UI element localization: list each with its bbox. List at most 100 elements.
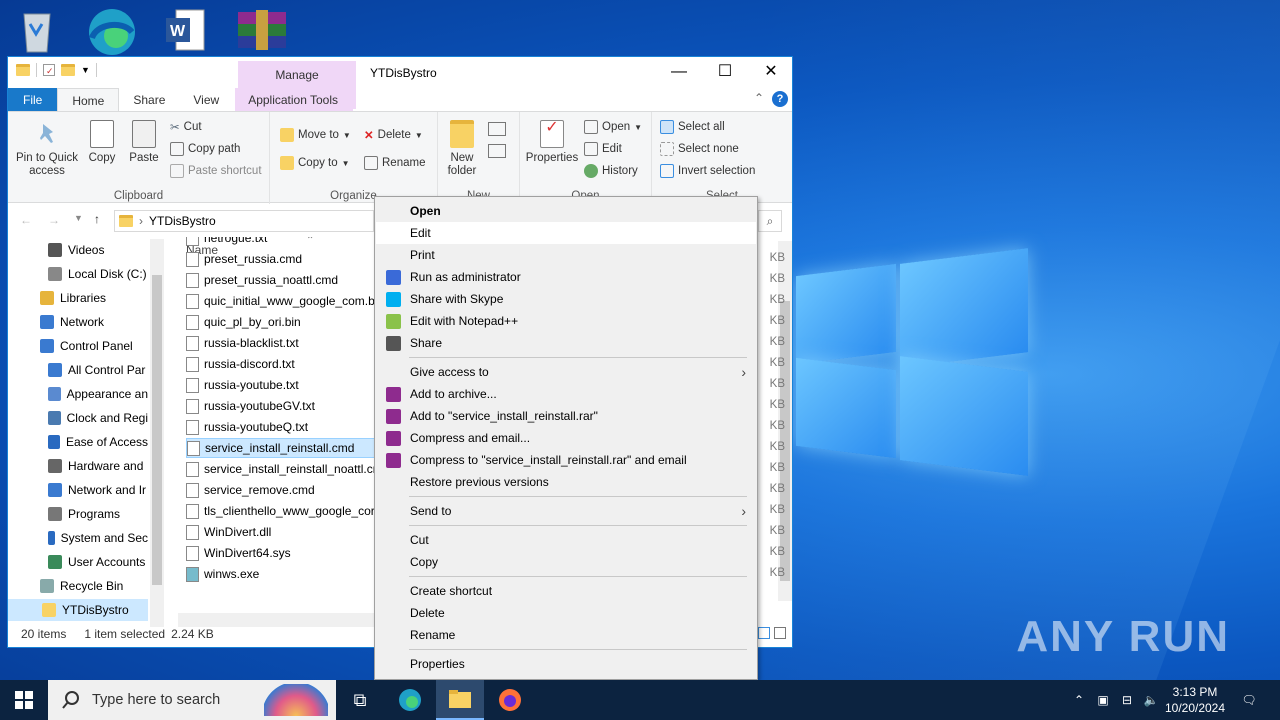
nav-item[interactable]: Network and Ir: [48, 479, 148, 501]
menu-item-open[interactable]: Open: [376, 200, 756, 222]
search-icon[interactable]: ⌕: [758, 210, 782, 232]
pin-quick-access-button[interactable]: Pin to Quick access: [14, 120, 80, 178]
help-icon[interactable]: ?: [772, 91, 788, 107]
forward-icon[interactable]: →: [48, 213, 60, 227]
maximize-button[interactable]: ☐: [702, 57, 748, 87]
file-row[interactable]: WinDivert.dll: [186, 522, 376, 542]
edit-button[interactable]: Edit: [584, 142, 622, 156]
file-row[interactable]: WinDivert64.sys: [186, 543, 376, 563]
new-folder-icon[interactable]: [61, 64, 75, 76]
menu-item-give-access-to[interactable]: Give access to ›: [376, 361, 756, 383]
navigation-pane[interactable]: Videos Local Disk (C:) Libraries Network Con…: [8, 237, 168, 627]
file-row[interactable]: netrogue.txt: [186, 237, 376, 248]
recent-locations-icon[interactable]: ▼: [74, 213, 83, 223]
copy-to-button[interactable]: Copy to ▼: [280, 156, 350, 170]
new-folder-button[interactable]: New folder: [442, 120, 482, 178]
nav-item[interactable]: All Control Par: [48, 359, 148, 381]
tab-application-tools[interactable]: Application Tools: [235, 88, 354, 112]
file-row[interactable]: service_install_reinstall_noattl.cr: [186, 459, 377, 479]
menu-item-add-to-archive[interactable]: Add to archive...: [376, 383, 756, 405]
menu-item-properties[interactable]: Properties: [376, 653, 756, 675]
nav-item[interactable]: Appearance an: [48, 383, 148, 405]
menu-item-edit-with-notepad[interactable]: Edit with Notepad++: [376, 310, 756, 332]
menu-item-share[interactable]: Share: [376, 332, 756, 354]
copy-path-button[interactable]: Copy path: [170, 142, 240, 156]
file-row[interactable]: russia-blacklist.txt: [186, 333, 376, 353]
select-all-button[interactable]: Select all: [660, 120, 725, 134]
context-menu[interactable]: Open Edit Print Run as administrator Share w…: [374, 196, 758, 680]
menu-item-compress-to-service-install-reinstall-rar-and-email[interactable]: Compress to "service_install_reinstall.r…: [376, 449, 756, 471]
properties-button[interactable]: ✓ Properties: [524, 120, 580, 165]
task-view-button[interactable]: ⧉: [336, 680, 384, 720]
file-row[interactable]: russia-youtube.txt: [186, 375, 376, 395]
nav-item[interactable]: Recycle Bin: [40, 575, 148, 597]
rename-button[interactable]: Rename: [364, 156, 425, 170]
volume-icon[interactable]: 🔈: [1140, 680, 1162, 720]
copy-button[interactable]: Copy: [84, 120, 120, 165]
nav-item[interactable]: Network: [40, 311, 148, 333]
menu-item-rename[interactable]: Rename: [376, 624, 756, 646]
tab-view[interactable]: View: [179, 88, 233, 112]
taskbar-edge[interactable]: [386, 680, 434, 720]
nav-scrollbar[interactable]: [150, 239, 164, 627]
file-row[interactable]: quic_pl_by_ori.bin: [186, 312, 376, 332]
file-row[interactable]: service_remove.cmd: [186, 480, 376, 500]
menu-item-restore-previous-versions[interactable]: Restore previous versions: [376, 471, 756, 493]
chevron-up-icon[interactable]: ⌃: [754, 91, 764, 105]
file-list[interactable]: Name ⌃ netrogue.txt preset_russia.cmd pres…: [178, 237, 378, 627]
file-row[interactable]: preset_russia_noattl.cmd: [186, 270, 376, 290]
file-row[interactable]: service_install_reinstall.cmd: [186, 438, 376, 458]
notifications-icon[interactable]: 🗨: [1234, 680, 1264, 720]
nav-item[interactable]: Control Panel: [40, 335, 148, 357]
tab-share[interactable]: Share: [119, 88, 179, 112]
chevron-down-icon[interactable]: ▼: [81, 65, 90, 75]
nav-item[interactable]: Local Disk (C:): [48, 263, 148, 285]
winrar-icon[interactable]: [236, 6, 286, 56]
menu-item-add-to-service-install-reinstall-rar[interactable]: Add to "service_install_reinstall.rar": [376, 405, 756, 427]
menu-item-create-shortcut[interactable]: Create shortcut: [376, 580, 756, 602]
details-view-icon[interactable]: [758, 627, 770, 639]
menu-item-copy[interactable]: Copy: [376, 551, 756, 573]
close-button[interactable]: ✕: [748, 57, 794, 87]
taskbar-file-explorer[interactable]: [436, 680, 484, 720]
select-none-button[interactable]: Select none: [660, 142, 739, 156]
file-row[interactable]: tls_clienthello_www_google_cor: [186, 501, 376, 521]
nav-item[interactable]: Videos: [48, 239, 148, 261]
show-hidden-icons[interactable]: ⌃: [1068, 680, 1090, 720]
word-icon[interactable]: W: [162, 6, 212, 56]
up-icon[interactable]: ↑: [94, 212, 100, 226]
menu-item-print[interactable]: Print: [376, 244, 756, 266]
file-row[interactable]: winws.exe: [186, 564, 376, 584]
file-row[interactable]: preset_russia.cmd: [186, 249, 376, 269]
menu-item-send-to[interactable]: Send to ›: [376, 500, 756, 522]
start-button[interactable]: [0, 680, 48, 720]
file-row[interactable]: quic_initial_www_google_com.b: [186, 291, 376, 311]
nav-item[interactable]: Clock and Regi: [48, 407, 148, 429]
paste-shortcut-button[interactable]: Paste shortcut: [170, 164, 262, 178]
menu-item-delete[interactable]: Delete: [376, 602, 756, 624]
tab-home[interactable]: Home: [57, 88, 120, 112]
nav-item[interactable]: YTDisBystro: [8, 599, 148, 621]
menu-item-run-as-administrator[interactable]: Run as administrator: [376, 266, 756, 288]
open-button[interactable]: Open ▼: [584, 120, 642, 134]
file-row[interactable]: russia-youtubeGV.txt: [186, 396, 376, 416]
cut-button[interactable]: ✂ Cut: [170, 120, 202, 134]
nav-item[interactable]: Ease of Access: [48, 431, 148, 453]
menu-item-share-with-skype[interactable]: Share with Skype: [376, 288, 756, 310]
recycle-bin-icon[interactable]: [14, 6, 64, 56]
nav-item[interactable]: User Accounts: [48, 551, 148, 573]
easy-access-icon[interactable]: [488, 144, 506, 158]
network-icon[interactable]: ⊟: [1116, 680, 1138, 720]
minimize-button[interactable]: —: [656, 57, 702, 87]
tab-file[interactable]: File: [8, 88, 58, 112]
nav-item[interactable]: System and Sec: [48, 527, 148, 549]
menu-item-edit[interactable]: Edit: [376, 222, 756, 244]
network-adapter-icon[interactable]: ▣: [1092, 680, 1114, 720]
menu-item-cut[interactable]: Cut: [376, 529, 756, 551]
address-input[interactable]: › YTDisBystro: [114, 210, 374, 232]
delete-button[interactable]: ✕ Delete ▼: [364, 128, 423, 142]
nav-item[interactable]: Programs: [48, 503, 148, 525]
paste-button[interactable]: Paste: [124, 120, 164, 165]
clock[interactable]: 3:13 PM 10/20/2024: [1162, 680, 1228, 720]
breadcrumb[interactable]: YTDisBystro: [149, 214, 216, 228]
